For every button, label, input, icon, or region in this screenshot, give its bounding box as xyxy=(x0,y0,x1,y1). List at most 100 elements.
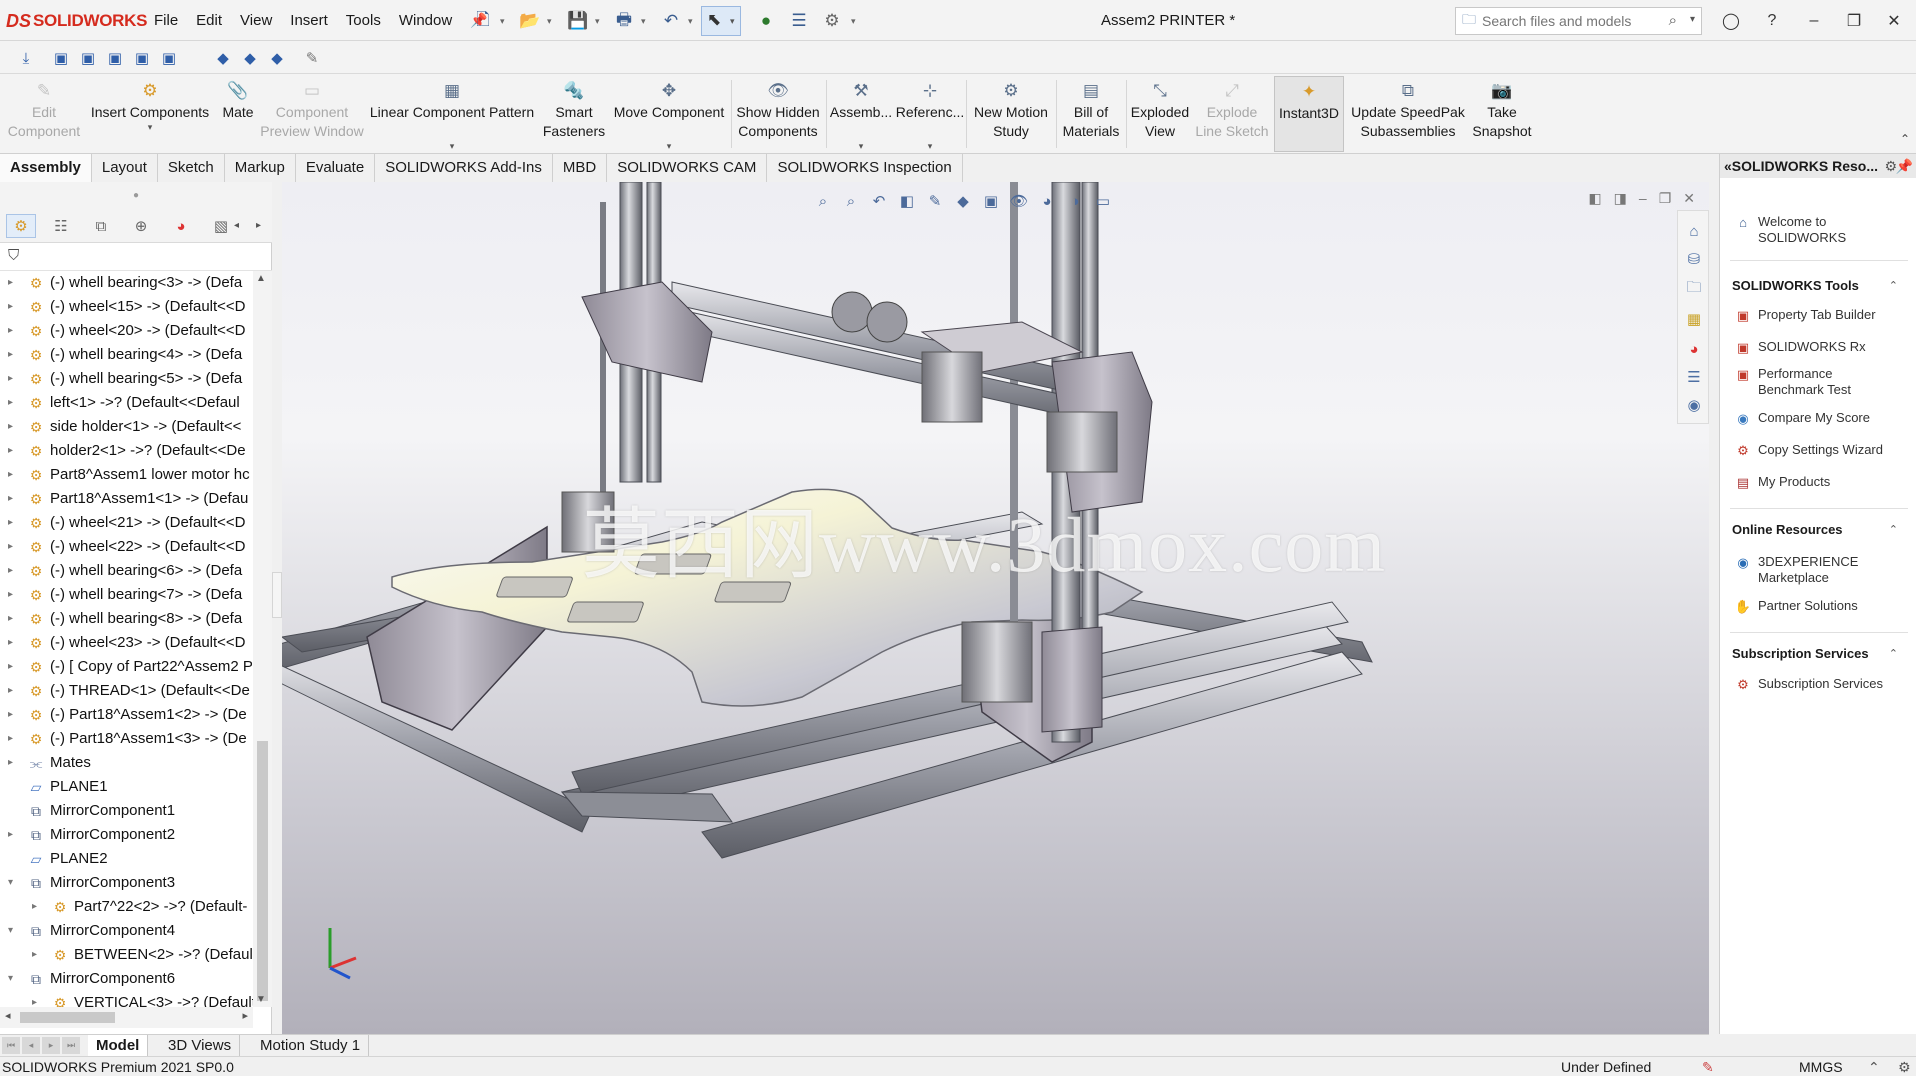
new-dropdown-icon[interactable]: ▾ xyxy=(500,16,508,26)
expand-toggle-icon[interactable]: ▸ xyxy=(8,343,18,367)
open-dropdown-icon[interactable]: ▾ xyxy=(547,16,555,26)
menu-edit[interactable]: Edit xyxy=(187,12,231,29)
help-icon[interactable]: ? xyxy=(1758,8,1786,34)
prev-tab-icon[interactable]: ◂ xyxy=(22,1037,40,1054)
expand-toggle-icon[interactable]: ▸ xyxy=(8,367,18,391)
expand-toggle-icon[interactable]: ▸ xyxy=(8,655,18,679)
collapse-chevron-icon[interactable]: ⌃ xyxy=(1889,276,1898,296)
print-icon[interactable]: 🖶 xyxy=(612,9,636,33)
tab-3d-views[interactable]: 3D Views xyxy=(160,1035,241,1057)
minimize-icon[interactable]: – xyxy=(1800,8,1828,34)
expand-toggle-icon[interactable]: ▸ xyxy=(8,487,18,511)
tree-row[interactable]: ▸ ⚙ side holder<1> -> (Default<< xyxy=(0,415,253,439)
tabs-scroll-left-icon[interactable]: ◂ xyxy=(234,220,239,231)
tree-row[interactable]: ▸ ⫘ Mates xyxy=(0,751,253,775)
my-products-link[interactable]: ▤ My Products xyxy=(1734,474,1830,492)
expand-toggle-icon[interactable]: ▸ xyxy=(8,727,18,751)
undo-icon[interactable]: ↶ xyxy=(659,9,683,33)
search-icon[interactable]: ⌕ xyxy=(1669,12,1677,29)
online-resources-header[interactable]: Online Resources ⌃ xyxy=(1732,520,1904,540)
tab-layout[interactable]: Layout xyxy=(92,154,158,182)
tree-row[interactable]: ▱ PLANE2 xyxy=(0,847,253,871)
options-dropdown-icon[interactable]: ▾ xyxy=(851,16,859,26)
dynamic-annotation-icon[interactable]: ✎ xyxy=(922,188,948,214)
user-account-icon[interactable]: ◯ xyxy=(1717,8,1745,34)
select-dropdown-icon[interactable]: ▾ xyxy=(730,16,735,27)
expand-toggle-icon[interactable]: ▸ xyxy=(8,703,18,727)
open-folder-icon[interactable]: 📂 xyxy=(518,9,542,33)
tree-row[interactable]: ▾ ⧉ MirrorComponent6 xyxy=(0,967,253,991)
tree-row[interactable]: ▸ ⚙ (-) whell bearing<7> -> (Defa xyxy=(0,583,253,607)
cam-tab-icon[interactable]: ▧ xyxy=(206,214,236,238)
design-library-icon[interactable]: ⛁ xyxy=(1682,247,1706,271)
cube-view-3-icon[interactable]: ▣ xyxy=(103,46,127,70)
property-tab-builder-link[interactable]: ▣ Property Tab Builder xyxy=(1734,307,1876,325)
tree-row[interactable]: ▸ ⚙ (-) whell bearing<6> -> (Defa xyxy=(0,559,253,583)
scroll-left-icon[interactable]: ◂ xyxy=(5,1009,11,1022)
first-tab-icon[interactable]: ⏮ xyxy=(2,1037,20,1054)
mate-button[interactable]: 📎 Mate xyxy=(214,76,262,152)
menu-tools[interactable]: Tools xyxy=(337,12,390,29)
expand-toggle-icon[interactable]: ▸ xyxy=(8,631,18,655)
3dexperience-marketplace-link[interactable]: ◉ 3DEXPERIENCE Marketplace xyxy=(1734,554,1878,586)
expand-toggle-icon[interactable]: ▸ xyxy=(8,271,18,295)
tree-row[interactable]: ▸ ⚙ (-) Part18^Assem1<3> -> (De xyxy=(0,727,253,751)
expand-toggle-icon[interactable]: ▸ xyxy=(8,535,18,559)
menu-insert[interactable]: Insert xyxy=(281,12,337,29)
insert-components-button[interactable]: ⚙ Insert Components ▾ xyxy=(88,76,212,152)
expand-toggle-icon[interactable]: ▸ xyxy=(8,319,18,343)
feature-tree-tab-icon[interactable]: ⚙ xyxy=(6,214,36,238)
tree-row[interactable]: ▸ ⚙ BETWEEN<2> ->? (Default xyxy=(0,943,253,967)
tree-row[interactable]: ▸ ⚙ Part18^Assem1<1> -> (Defau xyxy=(0,487,253,511)
tree-row[interactable]: ▾ ⧉ MirrorComponent4 xyxy=(0,919,253,943)
expand-toggle-icon[interactable]: ▸ xyxy=(8,559,18,583)
cube-view-5-icon[interactable]: ▣ xyxy=(157,46,181,70)
tab-mbd[interactable]: MBD xyxy=(553,154,608,182)
file-properties-icon[interactable]: ☰ xyxy=(787,9,811,33)
expand-toggle-icon[interactable]: ▾ xyxy=(8,919,18,943)
apply-scene-icon[interactable]: ◑ xyxy=(1062,188,1088,214)
menu-view[interactable]: View xyxy=(231,12,281,29)
expand-toggle-icon[interactable]: ▸ xyxy=(8,391,18,415)
filter-funnel-icon[interactable]: ⛉ xyxy=(8,247,19,264)
file-explorer-icon[interactable]: 🗀 xyxy=(1682,277,1706,301)
linear-pattern-dropdown-icon[interactable]: ▾ xyxy=(450,141,455,151)
exploded-view-button[interactable]: ⤡ Exploded View xyxy=(1128,76,1192,152)
scroll-up-icon[interactable]: ▲ xyxy=(256,273,266,284)
close-icon[interactable]: ✕ xyxy=(1880,8,1908,34)
tab-sketch[interactable]: Sketch xyxy=(158,154,225,182)
component-preview-button[interactable]: ▭ Component Preview Window xyxy=(258,76,366,152)
scroll-down-icon[interactable]: ▼ xyxy=(256,994,266,1005)
tree-row[interactable]: ▾ ⧉ MirrorComponent3 xyxy=(0,871,253,895)
expand-toggle-icon[interactable]: ▾ xyxy=(8,871,18,895)
expand-toggle-icon[interactable]: ▸ xyxy=(8,511,18,535)
tree-vertical-scrollbar[interactable]: ▲ ▼ xyxy=(253,271,272,1007)
panel-splitter[interactable] xyxy=(272,572,282,618)
tree-row[interactable]: ▱ PLANE1 xyxy=(0,775,253,799)
tree-row[interactable]: ▸ ⚙ (-) wheel<21> -> (Default<<D xyxy=(0,511,253,535)
tree-row[interactable]: ▸ ⚙ (-) wheel<15> -> (Default<<D xyxy=(0,295,253,319)
cube-view-1-icon[interactable]: ▣ xyxy=(49,46,73,70)
assembly-features-dropdown-icon[interactable]: ▾ xyxy=(859,141,864,151)
tree-row[interactable]: ⧉ MirrorComponent1 xyxy=(0,799,253,823)
tree-row[interactable]: ▸ ⚙ (-) Part18^Assem1<2> -> (De xyxy=(0,703,253,727)
configuration-manager-tab-icon[interactable]: ⧉ xyxy=(86,214,116,238)
tab-motion-study-1[interactable]: Motion Study 1 xyxy=(252,1035,370,1057)
collapse-task-pane-icon[interactable]: « xyxy=(1724,158,1732,174)
property-manager-tab-icon[interactable]: ☷ xyxy=(46,214,76,238)
save-dropdown-icon[interactable]: ▾ xyxy=(595,16,603,26)
menu-file[interactable]: File xyxy=(145,12,187,29)
solidworks-tools-header[interactable]: SOLIDWORKS Tools ⌃ xyxy=(1732,276,1904,296)
tab-solidworks-cam[interactable]: SOLIDWORKS CAM xyxy=(607,154,768,182)
search-dropdown-icon[interactable]: ▾ xyxy=(1690,14,1695,25)
edit-component-button[interactable]: ✎ Edit Component xyxy=(4,76,84,152)
expand-toggle-icon[interactable]: ▸ xyxy=(8,295,18,319)
options-gear-icon[interactable]: ⚙ xyxy=(820,9,844,33)
viewport-tile-left-icon[interactable]: ◧ xyxy=(1588,190,1601,207)
subscription-services-header[interactable]: Subscription Services ⌃ xyxy=(1732,644,1904,664)
reference-geometry-dropdown-icon[interactable]: ▾ xyxy=(928,141,933,151)
expand-toggle-icon[interactable]: ▸ xyxy=(8,751,18,775)
task-pane-pin-icon[interactable]: 📌 xyxy=(1896,154,1913,178)
edit-appearance-icon[interactable]: ◕ xyxy=(1034,188,1060,214)
status-settings-icon[interactable]: ⚙ xyxy=(1898,1057,1911,1076)
